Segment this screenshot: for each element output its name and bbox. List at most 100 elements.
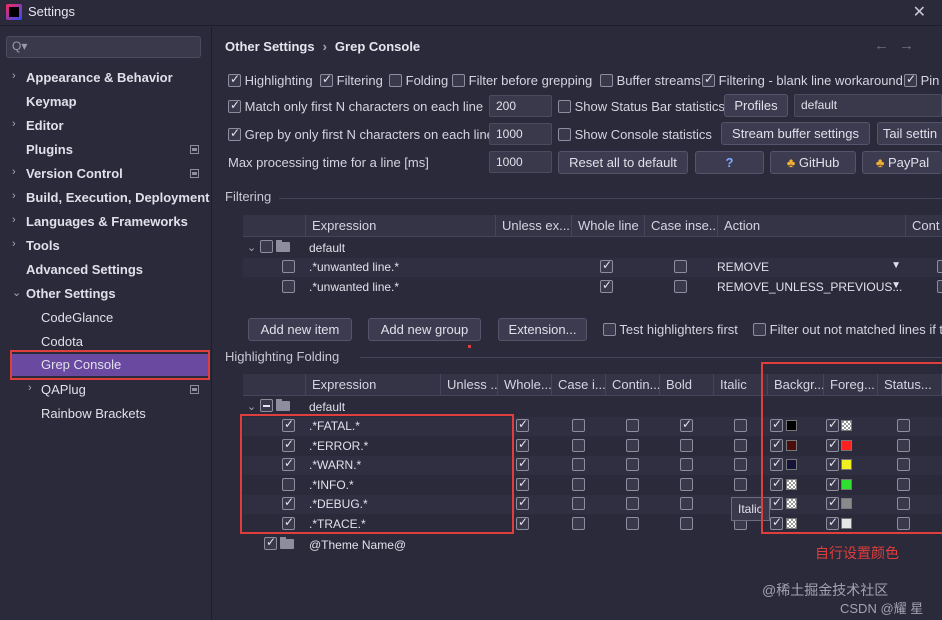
checkbox[interactable] xyxy=(897,497,910,510)
checkbox[interactable] xyxy=(572,477,585,491)
checkbox[interactable] xyxy=(516,438,529,452)
row-enabled[interactable] xyxy=(282,438,295,453)
checkbox[interactable] xyxy=(259,240,273,253)
match-first-n-field[interactable]: 200 xyxy=(489,95,552,117)
checkbox[interactable] xyxy=(826,438,839,452)
column-header[interactable]: Case i... xyxy=(552,374,606,396)
sidebar-item-advanced[interactable]: Advanced Settings xyxy=(0,259,211,281)
case-insensitive-cell[interactable] xyxy=(572,419,585,433)
continue-cell[interactable] xyxy=(626,497,639,511)
checkbox[interactable] xyxy=(516,497,529,510)
bold-cell[interactable] xyxy=(680,419,693,433)
row-enabled[interactable] xyxy=(282,458,295,472)
checkbox[interactable] xyxy=(770,516,783,530)
whole-line-cell[interactable] xyxy=(600,260,613,274)
checkbox[interactable] xyxy=(282,497,295,510)
continue-cell[interactable] xyxy=(626,458,639,472)
background-enabled-cell[interactable] xyxy=(770,458,783,472)
case-insensitive-cell[interactable] xyxy=(572,497,585,511)
action-select[interactable]: REMOVE ▼ xyxy=(717,260,907,274)
sidebar-item-grep-console[interactable]: Grep Console xyxy=(10,354,208,376)
checkbox[interactable] xyxy=(572,497,585,510)
bold-cell[interactable] xyxy=(680,516,693,531)
background-color-swatch[interactable] xyxy=(786,420,797,431)
checkbox[interactable] xyxy=(897,477,910,491)
background-enabled-cell[interactable] xyxy=(770,516,783,531)
whole-line-cell[interactable] xyxy=(516,458,529,472)
case-insensitive-cell[interactable] xyxy=(674,280,687,294)
sidebar-item-editor[interactable]: › Editor xyxy=(0,115,211,137)
italic-cell[interactable] xyxy=(734,458,747,472)
foreground-enabled-cell[interactable] xyxy=(826,458,839,472)
checkbox[interactable] xyxy=(264,537,277,550)
whole-line-cell[interactable] xyxy=(516,477,529,492)
option-show-status-bar[interactable]: Show Status Bar statistics xyxy=(558,99,725,114)
expression-cell[interactable]: .*DEBUG.* xyxy=(309,497,368,511)
checkbox[interactable] xyxy=(228,98,241,113)
expression-cell[interactable]: .*WARN.* xyxy=(309,458,361,472)
paypal-button[interactable]: ♣ PayPal xyxy=(862,151,942,174)
search-input[interactable]: Q▾ xyxy=(6,36,201,58)
option-filter-before-grepping[interactable]: Filter before grepping xyxy=(452,73,592,88)
checkbox[interactable] xyxy=(826,497,839,510)
checkbox[interactable] xyxy=(259,399,273,412)
checkbox[interactable] xyxy=(734,458,747,471)
bold-cell[interactable] xyxy=(680,477,693,492)
checkbox[interactable] xyxy=(320,72,333,87)
foreground-color-swatch[interactable] xyxy=(841,420,852,431)
case-insensitive-cell[interactable] xyxy=(674,260,687,274)
sidebar-item-appearance[interactable]: › Appearance & Behavior xyxy=(0,67,211,89)
option-grep-first-n[interactable]: Grep by only first N characters on each … xyxy=(228,126,494,142)
checkbox[interactable] xyxy=(558,128,571,141)
sidebar-item-rainbow-brackets[interactable]: Rainbow Brackets xyxy=(0,403,211,425)
checkbox[interactable] xyxy=(452,74,465,87)
column-header[interactable]: Whole line xyxy=(572,215,645,237)
checkbox[interactable] xyxy=(282,477,295,491)
foreground-color-swatch[interactable] xyxy=(841,517,852,529)
option-filter-out-not-matched[interactable]: Filter out not matched lines if t xyxy=(753,322,942,337)
sidebar-item-codota[interactable]: Codota xyxy=(0,331,211,353)
checkbox[interactable] xyxy=(282,458,295,471)
row-enabled[interactable] xyxy=(282,280,295,294)
checkbox[interactable] xyxy=(897,438,910,452)
checkbox[interactable] xyxy=(600,260,613,273)
max-processing-field[interactable]: 1000 xyxy=(489,151,552,173)
column-header[interactable]: Status... xyxy=(878,374,942,396)
profile-select[interactable]: default xyxy=(794,94,942,117)
add-new-item-button[interactable]: Add new item xyxy=(248,318,352,341)
sidebar-item-other-settings[interactable]: ⌄ Other Settings xyxy=(0,283,211,305)
stream-buffer-settings-button[interactable]: Stream buffer settings xyxy=(721,122,870,145)
checkbox[interactable] xyxy=(674,280,687,293)
row-enabled[interactable] xyxy=(282,477,295,492)
checkbox[interactable] xyxy=(572,458,585,471)
foreground-color-swatch[interactable] xyxy=(841,439,852,451)
checkbox[interactable] xyxy=(897,458,910,471)
background-enabled-cell[interactable] xyxy=(770,497,783,511)
checkbox[interactable] xyxy=(282,419,295,432)
profiles-button[interactable]: Profiles xyxy=(724,94,788,117)
background-color-swatch[interactable] xyxy=(786,517,797,529)
action-select[interactable]: REMOVE_UNLESS_PREVIOUS... ▼ xyxy=(717,280,907,294)
continue-cell[interactable] xyxy=(937,260,942,274)
checkbox[interactable] xyxy=(826,477,839,491)
checkbox[interactable] xyxy=(516,419,529,432)
background-enabled-cell[interactable] xyxy=(770,438,783,453)
checkbox[interactable] xyxy=(770,438,783,452)
checkbox[interactable] xyxy=(680,438,693,452)
reset-all-button[interactable]: Reset all to default xyxy=(558,151,688,174)
row-enabled[interactable] xyxy=(282,516,295,531)
background-color-swatch[interactable] xyxy=(786,459,797,470)
status-cell[interactable] xyxy=(897,497,910,511)
checkbox[interactable] xyxy=(680,497,693,510)
checkbox[interactable] xyxy=(680,419,693,432)
checkbox[interactable] xyxy=(626,458,639,471)
expression-cell[interactable]: .*FATAL.* xyxy=(309,419,360,433)
checkbox[interactable] xyxy=(770,497,783,510)
checkbox[interactable] xyxy=(826,516,839,530)
row-enabled[interactable] xyxy=(282,419,295,433)
expression-cell[interactable]: .*TRACE.* xyxy=(309,517,366,531)
grep-first-n-field[interactable]: 1000 xyxy=(489,123,552,145)
column-header[interactable]: Expression xyxy=(306,215,496,237)
italic-cell[interactable] xyxy=(734,477,747,492)
checkbox[interactable] xyxy=(770,419,783,432)
